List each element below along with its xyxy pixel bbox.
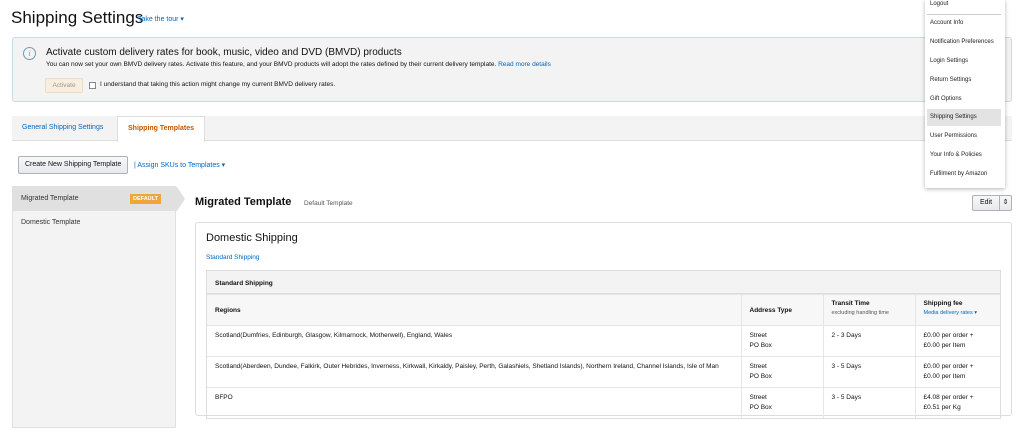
domestic-shipping-panel: Domestic Shipping Standard Shipping Stan… bbox=[195, 222, 1012, 419]
menu-item-notification-preferences[interactable]: Notification Preferences bbox=[927, 34, 1001, 51]
region-cell: BFPO bbox=[207, 387, 741, 418]
menu-item-return-settings[interactable]: Return Settings bbox=[927, 72, 1001, 89]
table-title: Standard Shipping bbox=[207, 271, 1000, 294]
bmvd-banner: i Activate custom delivery rates for boo… bbox=[12, 37, 1012, 102]
fee-per-unit: £0.00 per Item bbox=[923, 342, 966, 349]
standard-shipping-link[interactable]: Standard Shipping bbox=[206, 254, 260, 261]
table-header-row: Regions Address Type Transit Time excludi… bbox=[207, 294, 1000, 326]
domestic-shipping-title: Domestic Shipping bbox=[206, 232, 298, 244]
tab-bar: General Shipping Settings Shipping Templ… bbox=[12, 116, 1012, 142]
col-shipping-fee: Shipping fee Media delivery rates ▾ bbox=[914, 294, 1000, 326]
menu-item-user-permissions[interactable]: User Permissions bbox=[927, 128, 1001, 145]
fee-cell: £0.00 per order + £0.00 per Item bbox=[914, 356, 1000, 388]
col-regions: Regions bbox=[207, 294, 741, 326]
menu-item-fulfilment-by-amazon[interactable]: Fulfilment by Amazon bbox=[927, 166, 1001, 183]
edit-button-group: Edit ⇕ bbox=[972, 195, 1012, 211]
region-cell: Scotland(Dumfries, Edinburgh, Glasgow, K… bbox=[207, 325, 741, 357]
template-subtitle: Default Template bbox=[304, 200, 353, 207]
menu-item-your-info-policies[interactable]: Your Info & Policies bbox=[927, 147, 1001, 164]
fee-per-order: £4.08 per order + bbox=[923, 394, 974, 401]
menu-item-login-settings[interactable]: Login Settings bbox=[927, 53, 1001, 70]
address-street: Street bbox=[749, 394, 767, 401]
address-cell: Street PO Box bbox=[740, 325, 823, 357]
transit-cell: 3 - 5 Days bbox=[822, 356, 915, 388]
settings-dropdown-menu: Logout Account Info Notification Preferenc… bbox=[925, 0, 1005, 188]
table-row: BFPO Street PO Box 3 - 5 Days £4.08 per o… bbox=[207, 387, 1000, 418]
checkbox-label: I understand that taking this action mig… bbox=[100, 81, 336, 88]
transit-sub: excluding handling time bbox=[831, 310, 889, 316]
col-address-type: Address Type bbox=[740, 294, 823, 326]
region-cell: Scotland(Aberdeen, Dundee, Falkirk, Oute… bbox=[207, 356, 741, 388]
address-po-box: PO Box bbox=[749, 373, 772, 380]
fee-per-unit: £0.00 per Item bbox=[923, 373, 966, 380]
table-row: Scotland(Dumfries, Edinburgh, Glasgow, K… bbox=[207, 325, 1000, 357]
template-title: Migrated Template bbox=[195, 196, 292, 208]
understand-checkbox[interactable] bbox=[89, 82, 96, 89]
menu-item-shipping-settings[interactable]: Shipping Settings bbox=[927, 109, 1001, 126]
banner-description: You can now set your own BMVD delivery r… bbox=[46, 61, 497, 68]
address-street: Street bbox=[749, 332, 767, 339]
address-po-box: PO Box bbox=[749, 342, 772, 349]
address-po-box: PO Box bbox=[749, 404, 772, 411]
media-rates-dropdown[interactable]: Media delivery rates ▾ bbox=[924, 310, 993, 316]
edit-dropdown-icon[interactable]: ⇕ bbox=[1000, 196, 1011, 210]
menu-item-gift-options[interactable]: Gift Options bbox=[927, 91, 1001, 108]
banner-text: You can now set your own BMVD delivery r… bbox=[46, 61, 551, 68]
fee-cell: £4.08 per order + £0.51 per Kg bbox=[914, 387, 1000, 418]
edit-button[interactable]: Edit bbox=[973, 196, 1000, 210]
read-more-link[interactable]: Read more details bbox=[498, 61, 551, 68]
transit-cell: 2 - 3 Days bbox=[822, 325, 915, 357]
fee-per-unit: £0.51 per Kg bbox=[923, 404, 961, 411]
fee-per-order: £0.00 per order + bbox=[923, 332, 974, 339]
fee-label: Shipping fee bbox=[923, 300, 963, 307]
menu-item-logout[interactable]: Logout bbox=[927, 0, 1001, 13]
address-street: Street bbox=[749, 363, 767, 370]
template-sidebar: Migrated Template DEFAULT Domestic Templ… bbox=[12, 186, 185, 428]
tab-shipping-templates[interactable]: Shipping Templates bbox=[117, 116, 205, 142]
address-cell: Street PO Box bbox=[740, 356, 823, 388]
transit-cell: 3 - 5 Days bbox=[822, 387, 915, 418]
transit-label: Transit Time bbox=[831, 300, 870, 307]
fee-per-order: £0.00 per order + bbox=[923, 363, 974, 370]
activate-button[interactable]: Activate bbox=[45, 78, 83, 93]
table-row: Scotland(Aberdeen, Dundee, Falkirk, Oute… bbox=[207, 356, 1000, 388]
fee-cell: £0.00 per order + £0.00 per Item bbox=[914, 325, 1000, 357]
menu-item-account-info[interactable]: Account Info bbox=[927, 15, 1001, 32]
address-cell: Street PO Box bbox=[740, 387, 823, 418]
sidebar-item-domestic-template[interactable]: Domestic Template bbox=[13, 211, 177, 235]
take-tour-link[interactable]: Take the tour ▾ bbox=[138, 15, 184, 23]
rates-table: Standard Shipping Regions Address Type T… bbox=[206, 270, 1001, 419]
sidebar-item-label: Migrated Template bbox=[21, 195, 79, 202]
banner-heading: Activate custom delivery rates for book,… bbox=[46, 47, 402, 58]
create-template-button[interactable]: Create New Shipping Template bbox=[18, 156, 129, 174]
tab-general-shipping-settings[interactable]: General Shipping Settings bbox=[12, 116, 113, 141]
assign-skus-link[interactable]: | Assign SKUs to Templates ▾ bbox=[134, 161, 225, 169]
col-transit-time: Transit Time excluding handling time bbox=[822, 294, 915, 326]
info-icon: i bbox=[23, 47, 36, 60]
default-badge: DEFAULT bbox=[130, 194, 161, 204]
page-title: Shipping Settings bbox=[11, 8, 144, 27]
sidebar-item-migrated-template[interactable]: Migrated Template DEFAULT bbox=[13, 187, 185, 211]
